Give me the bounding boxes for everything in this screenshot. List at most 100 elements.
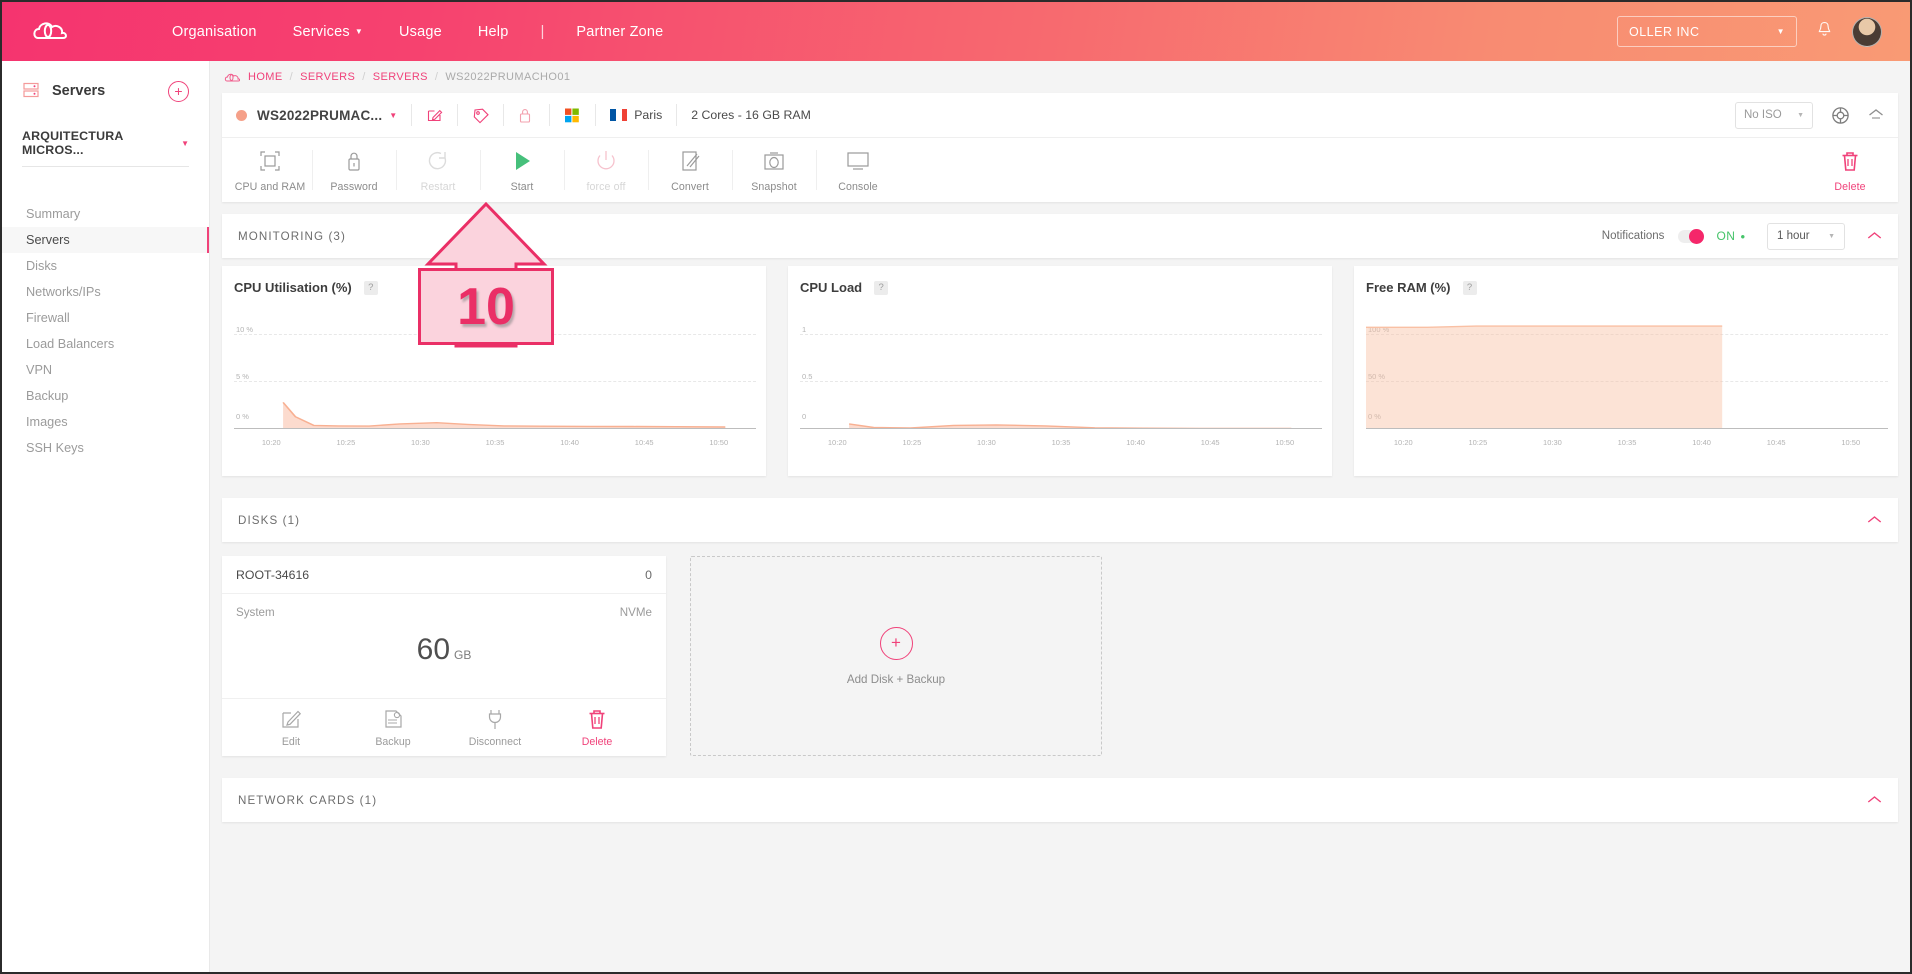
lifebuoy-icon[interactable] <box>1831 106 1850 125</box>
chevron-up-icon[interactable] <box>1868 106 1884 124</box>
breadcrumb-item-servers-2[interactable]: SERVERS <box>373 71 428 83</box>
chevron-down-icon: ▼ <box>1828 232 1835 240</box>
nav-item-help[interactable]: Help <box>460 18 527 46</box>
breadcrumb-separator: / <box>434 71 439 83</box>
disk-action-disconnect[interactable]: Disconnect <box>456 708 534 748</box>
chart-xtick: 10:30 <box>1543 438 1562 447</box>
toolbar-button-label: CPU and RAM <box>234 180 306 193</box>
camera-icon <box>762 148 786 174</box>
sidebar-item-summary[interactable]: Summary <box>2 201 209 227</box>
disks-collapse-icon[interactable] <box>1867 511 1882 529</box>
help-icon[interactable]: ? <box>363 280 378 295</box>
help-icon[interactable]: ? <box>1462 280 1477 295</box>
sidebar-item-vpn[interactable]: VPN <box>2 357 209 383</box>
chart-xtick: 10:25 <box>902 438 922 447</box>
sidebar-item-label: Servers <box>26 233 70 247</box>
disks-section-header: DISKS (1) <box>222 498 1898 542</box>
cloud-logo-icon[interactable] <box>32 17 84 47</box>
monitoring-charts: CPU Utilisation (%) ? 10 % 5 % 0 % 10:20… <box>222 266 1898 476</box>
chart-series <box>800 301 1322 430</box>
chart-xtick: 10:35 <box>1051 438 1071 447</box>
server-detail-card: WS2022PRUMAC... ▼ Paris 2 Cores - 16 GB … <box>222 93 1898 202</box>
sidebar-item-label: Networks/IPs <box>26 285 101 299</box>
toolbar-button-delete[interactable]: Delete <box>1808 138 1892 202</box>
server-specs: 2 Cores - 16 GB RAM <box>691 108 811 122</box>
monitoring-section-header: MONITORING (3) Notifications ON • 1 hour… <box>222 214 1898 258</box>
notifications-toggle[interactable] <box>1678 228 1705 244</box>
tag-icon[interactable] <box>472 107 489 124</box>
avatar[interactable] <box>1852 16 1882 47</box>
toolbar-button-label: Convert <box>671 180 709 193</box>
chart-xtick: 10:35 <box>1617 438 1637 447</box>
play-icon <box>511 148 533 174</box>
project-selector[interactable]: ARQUITECTURA MICROS... ▼ <box>22 129 189 167</box>
power-icon <box>595 148 617 174</box>
nav-label: Help <box>477 23 509 40</box>
chart-xtick: 10:40 <box>1692 438 1711 447</box>
disk-body: System NVMe 60 GB <box>222 594 666 698</box>
disk-action-edit[interactable]: Edit <box>252 708 330 748</box>
toolbar-button-convert[interactable]: Convert <box>648 138 732 202</box>
nav-item-organisation[interactable]: Organisation <box>154 18 275 46</box>
nav-item-partner-zone[interactable]: Partner Zone <box>558 18 681 46</box>
breadcrumb-current: WS2022PRUMACHO01 <box>445 71 571 83</box>
disk-index: 0 <box>645 567 652 582</box>
chevron-down-icon: ▼ <box>1776 27 1785 36</box>
disk-size: 60 GB <box>236 633 652 667</box>
disk-action-label: Edit <box>281 735 301 748</box>
organisation-selector[interactable]: OLLER INC ▼ <box>1617 16 1797 47</box>
time-range-value: 1 hour <box>1777 230 1810 242</box>
chevron-down-icon[interactable]: ▼ <box>389 111 397 120</box>
chart-xtick: 10:20 <box>261 438 281 447</box>
chart-card: Free RAM (%) ? 100 % 50 % 0 % 10:20 10:25… <box>1354 266 1898 476</box>
sidebar: Servers + ARQUITECTURA MICROS... ▼ Summa… <box>2 61 210 972</box>
sidebar-item-label: Summary <box>26 207 81 221</box>
time-range-selector[interactable]: 1 hour ▼ <box>1767 222 1845 250</box>
state-dot-icon: • <box>1740 228 1745 244</box>
trash-icon <box>586 708 608 730</box>
add-server-button[interactable]: + <box>168 80 189 102</box>
chevron-down-icon: ▼ <box>181 138 189 148</box>
lock-icon[interactable] <box>518 107 535 124</box>
sidebar-item-backup[interactable]: Backup <box>2 383 209 409</box>
chart-xtick: 10:30 <box>977 438 996 447</box>
breadcrumb-item-servers[interactable]: SERVERS <box>300 71 355 83</box>
chart-title: CPU Utilisation (%) <box>234 280 352 295</box>
notification-bell-icon[interactable] <box>1817 21 1832 43</box>
sidebar-item-load-balancers[interactable]: Load Balancers <box>2 331 209 357</box>
network-cards-section-header: NETWORK CARDS (1) <box>222 778 1898 822</box>
disk-action-backup[interactable]: Backup <box>354 708 432 748</box>
top-right-controls: OLLER INC ▼ <box>1617 16 1882 47</box>
toolbar-button-password[interactable]: Password <box>312 138 396 202</box>
network-cards-collapse-icon[interactable] <box>1867 791 1882 809</box>
add-disk-placeholder[interactable]: + Add Disk + Backup <box>690 556 1102 756</box>
disk-action-delete[interactable]: Delete <box>558 708 636 748</box>
notifications-label: Notifications <box>1601 230 1665 242</box>
toolbar-button-start[interactable]: Start <box>480 138 564 202</box>
sidebar-item-servers[interactable]: Servers <box>2 227 209 253</box>
main-content: HOME / SERVERS / SERVERS / WS2022PRUMACH… <box>210 61 1910 972</box>
chart-card: CPU Load ? 1 0.5 0 10:20 10:25 10:30 10:35 1… <box>788 266 1332 476</box>
sidebar-item-ssh-keys[interactable]: SSH Keys <box>2 435 209 461</box>
chart-xtick: 10:45 <box>1200 438 1220 447</box>
sidebar-item-disks[interactable]: Disks <box>2 253 209 279</box>
sidebar-item-networks-ips[interactable]: Networks/IPs <box>2 279 209 305</box>
sidebar-item-images[interactable]: Images <box>2 409 209 435</box>
sidebar-item-firewall[interactable]: Firewall <box>2 305 209 331</box>
toolbar-button-cpu-and-ram[interactable]: CPU and RAM <box>228 138 312 202</box>
monitoring-collapse-icon[interactable] <box>1867 227 1882 245</box>
windows-logo-icon <box>564 107 581 124</box>
iso-selector[interactable]: No ISO ▼ <box>1735 101 1813 129</box>
main-nav: Organisation Services ▼ Usage Help | Part… <box>154 18 681 46</box>
breadcrumb-item-home[interactable]: HOME <box>248 71 283 83</box>
help-icon[interactable]: ? <box>874 280 889 295</box>
toolbar-button-console[interactable]: Console <box>816 138 900 202</box>
toolbar-button-label: Restart <box>420 180 456 193</box>
edit-pencil-icon[interactable] <box>426 107 443 124</box>
nav-item-usage[interactable]: Usage <box>381 18 460 46</box>
disk-size-value: 60 <box>416 633 451 666</box>
nav-item-services[interactable]: Services ▼ <box>275 18 381 46</box>
toolbar-button-snapshot[interactable]: Snapshot <box>732 138 816 202</box>
chart-xtick: 10:20 <box>1393 438 1413 447</box>
toolbar-button-label: Snapshot <box>751 180 797 193</box>
